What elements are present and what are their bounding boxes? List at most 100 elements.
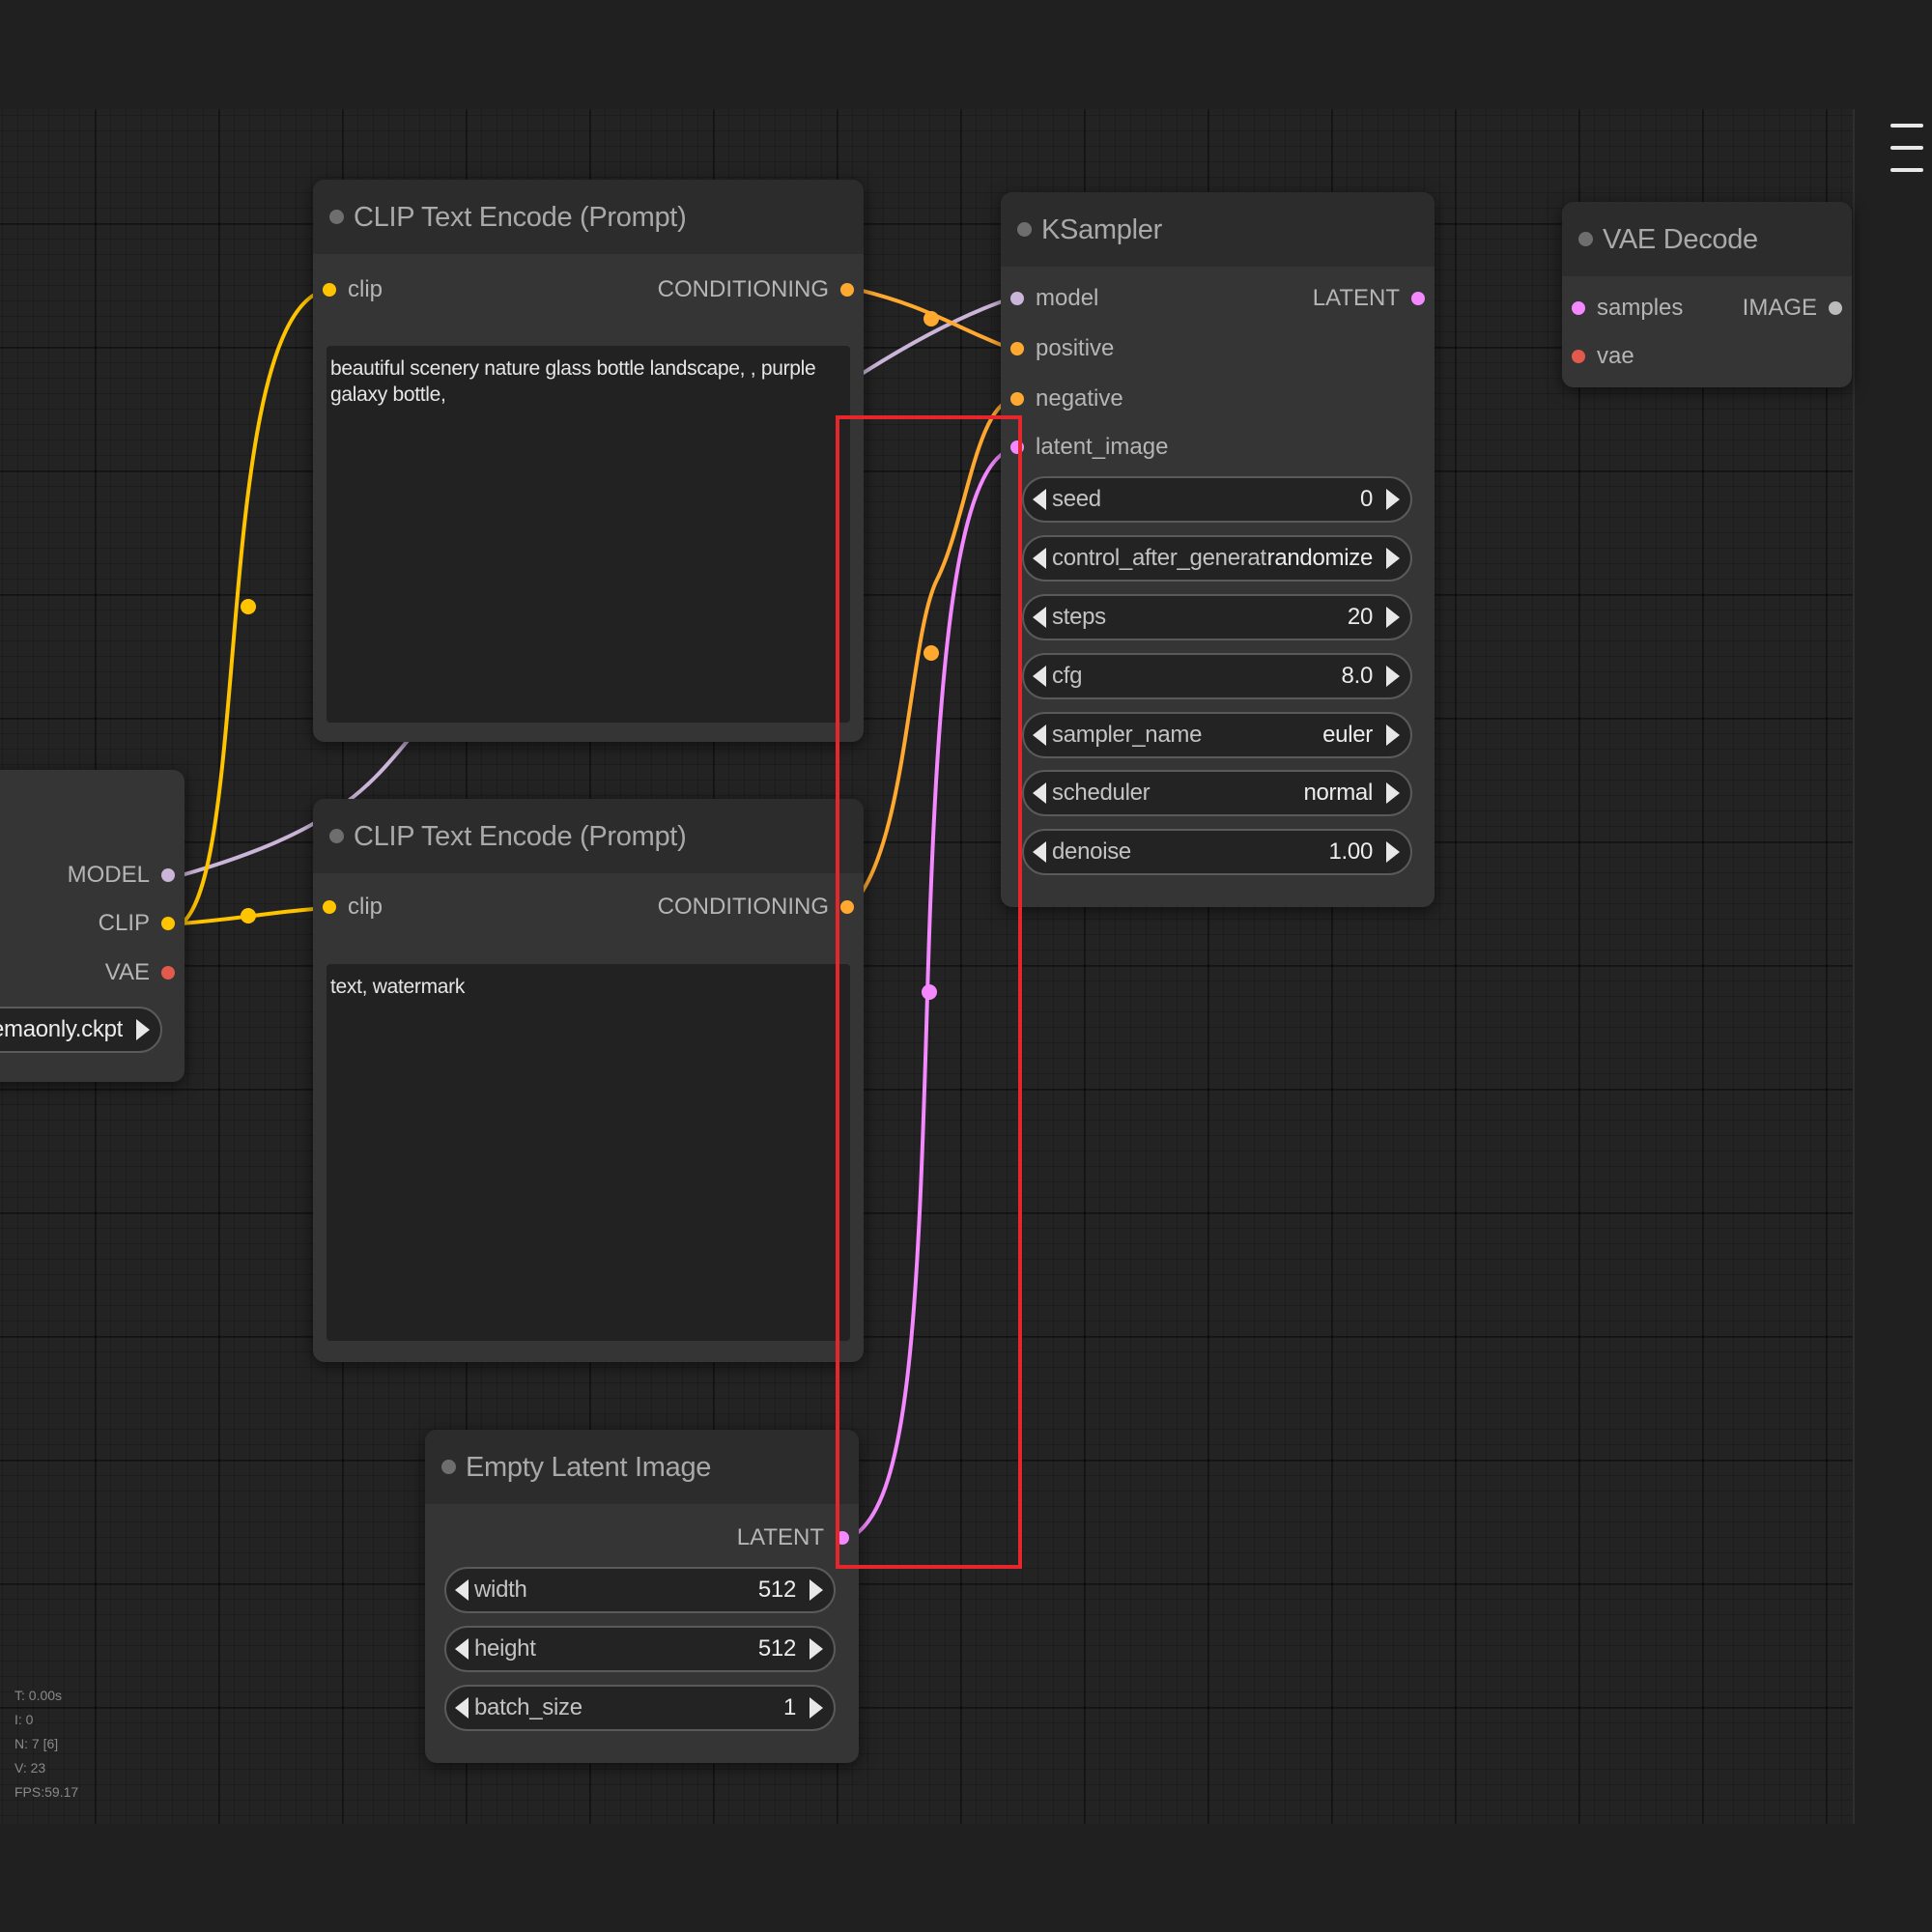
checkpoint-loader-node[interactable]: MODEL CLIP VAE ed-emaonly.ckpt <box>0 770 185 1082</box>
positive-input-dot[interactable] <box>1010 342 1024 355</box>
ksampler-input-negative[interactable]: negative <box>1010 382 1123 416</box>
ksampler-input-model[interactable]: model <box>1010 281 1098 316</box>
cfg-value: 8.0 <box>1341 663 1374 689</box>
empty-latent-output-label: LATENT <box>736 1524 824 1550</box>
ksampler-node[interactable]: KSampler model LATENT positive negative … <box>1001 192 1435 907</box>
workflow-editor: MODEL CLIP VAE ed-emaonly.ckpt CLIP Text… <box>0 0 1932 1932</box>
hamburger-menu-icon[interactable] <box>1890 124 1923 172</box>
empty-latent-title-bar[interactable]: Empty Latent Image <box>425 1430 859 1504</box>
denoise-widget[interactable]: denoise 1.00 <box>1022 829 1412 875</box>
decrement-icon[interactable] <box>1033 782 1046 804</box>
increment-icon[interactable] <box>1386 607 1400 628</box>
negative-prompt-textarea[interactable]: text, watermark <box>327 964 850 1341</box>
clip-input-dot[interactable] <box>323 283 336 297</box>
increment-icon[interactable] <box>810 1697 823 1719</box>
vae-decode-input-samples-label: samples <box>1597 295 1684 321</box>
increment-icon[interactable] <box>810 1638 823 1660</box>
clip-input-dot[interactable] <box>323 900 336 914</box>
vae-input-dot[interactable] <box>1572 350 1585 363</box>
latent-output-dot[interactable] <box>836 1531 849 1545</box>
checkpoint-output-model[interactable]: MODEL <box>68 858 175 893</box>
decrement-icon[interactable] <box>1033 548 1046 569</box>
canvas-edge <box>1853 109 1855 1824</box>
increment-icon[interactable] <box>1386 548 1400 569</box>
clip-text-encode-positive-node[interactable]: CLIP Text Encode (Prompt) clip CONDITION… <box>313 180 864 742</box>
decrement-icon[interactable] <box>1033 489 1046 510</box>
collapse-dot-icon[interactable] <box>329 210 344 224</box>
latent-output-dot[interactable] <box>1411 292 1425 305</box>
batch-size-widget[interactable]: batch_size 1 <box>444 1685 836 1731</box>
model-input-dot[interactable] <box>1010 292 1024 305</box>
ksampler-output-latent[interactable]: LATENT <box>1313 281 1425 316</box>
vae-decode-output-image[interactable]: IMAGE <box>1743 291 1842 326</box>
ksampler-title-bar[interactable]: KSampler <box>1001 192 1435 267</box>
clip-pos-output-conditioning[interactable]: CONDITIONING <box>658 272 854 307</box>
increment-icon[interactable] <box>1386 489 1400 510</box>
control-after-generate-widget[interactable]: control_after_generate randomize <box>1022 535 1412 582</box>
collapse-dot-icon[interactable] <box>329 829 344 843</box>
decrement-icon[interactable] <box>1033 724 1046 746</box>
vae-decode-input-vae[interactable]: vae <box>1572 339 1634 374</box>
decrement-icon[interactable] <box>455 1638 469 1660</box>
vae-decode-title-bar[interactable]: VAE Decode <box>1562 202 1852 276</box>
clip-output-dot[interactable] <box>161 917 175 930</box>
clip-neg-title-bar[interactable]: CLIP Text Encode (Prompt) <box>313 799 864 873</box>
checkpoint-output-clip-label: CLIP <box>98 910 150 936</box>
clip-neg-input-label: clip <box>348 894 384 920</box>
height-widget[interactable]: height 512 <box>444 1626 836 1672</box>
ckpt-name-widget[interactable]: ed-emaonly.ckpt <box>0 1007 162 1053</box>
scheduler-widget[interactable]: scheduler normal <box>1022 770 1412 816</box>
decrement-icon[interactable] <box>455 1579 469 1601</box>
empty-latent-output-latent[interactable]: LATENT <box>737 1520 849 1555</box>
cfg-label: cfg <box>1052 663 1083 689</box>
checkpoint-output-vae[interactable]: VAE <box>105 955 175 990</box>
decrement-icon[interactable] <box>1033 607 1046 628</box>
control-after-generate-label: control_after_generate <box>1052 545 1267 571</box>
sampler-name-widget[interactable]: sampler_name euler <box>1022 712 1412 758</box>
model-output-dot[interactable] <box>161 868 175 882</box>
decrement-icon[interactable] <box>455 1697 469 1719</box>
increment-icon[interactable] <box>1386 724 1400 746</box>
batch-size-label: batch_size <box>474 1694 582 1720</box>
collapse-dot-icon[interactable] <box>1578 232 1593 246</box>
positive-prompt-textarea[interactable]: beautiful scenery nature glass bottle la… <box>327 346 850 723</box>
clip-text-encode-negative-node[interactable]: CLIP Text Encode (Prompt) clip CONDITION… <box>313 799 864 1362</box>
width-widget[interactable]: width 512 <box>444 1567 836 1613</box>
scheduler-value: normal <box>1303 780 1373 806</box>
decrement-icon[interactable] <box>1033 841 1046 863</box>
decrement-icon[interactable] <box>1033 666 1046 687</box>
collapse-dot-icon[interactable] <box>441 1460 456 1474</box>
seed-value: 0 <box>1359 486 1373 512</box>
empty-latent-image-node[interactable]: Empty Latent Image LATENT width 512 heig… <box>425 1430 859 1763</box>
increment-icon[interactable] <box>1386 666 1400 687</box>
collapse-dot-icon[interactable] <box>1017 222 1032 237</box>
cfg-widget[interactable]: cfg 8.0 <box>1022 653 1412 699</box>
conditioning-output-dot[interactable] <box>840 900 854 914</box>
clip-neg-output-conditioning[interactable]: CONDITIONING <box>658 890 854 924</box>
vae-decode-node[interactable]: VAE Decode samples IMAGE vae <box>1562 202 1852 387</box>
increment-icon[interactable] <box>1386 782 1400 804</box>
ksampler-input-latent-label: latent_image <box>1036 434 1169 460</box>
vae-decode-input-samples[interactable]: samples <box>1572 291 1683 326</box>
clip-pos-output-label: CONDITIONING <box>657 276 829 302</box>
increment-icon[interactable] <box>1386 841 1400 863</box>
stat-v: V: 23 <box>14 1760 46 1776</box>
width-value: 512 <box>757 1577 796 1603</box>
seed-widget[interactable]: seed 0 <box>1022 476 1412 523</box>
latent-image-input-dot[interactable] <box>1010 440 1024 454</box>
clip-neg-input-clip[interactable]: clip <box>323 890 383 924</box>
image-output-dot[interactable] <box>1829 301 1842 315</box>
ksampler-input-latent-image[interactable]: latent_image <box>1010 430 1168 465</box>
vae-output-dot[interactable] <box>161 966 175 980</box>
clip-pos-title-bar[interactable]: CLIP Text Encode (Prompt) <box>313 180 864 254</box>
negative-input-dot[interactable] <box>1010 392 1024 406</box>
ckpt-next-icon[interactable] <box>136 1019 150 1040</box>
samples-input-dot[interactable] <box>1572 301 1585 315</box>
ksampler-output-label: LATENT <box>1312 285 1400 311</box>
increment-icon[interactable] <box>810 1579 823 1601</box>
clip-pos-input-clip[interactable]: clip <box>323 272 383 307</box>
conditioning-output-dot[interactable] <box>840 283 854 297</box>
ksampler-input-positive[interactable]: positive <box>1010 331 1114 366</box>
steps-widget[interactable]: steps 20 <box>1022 594 1412 640</box>
checkpoint-output-clip[interactable]: CLIP <box>99 906 175 941</box>
